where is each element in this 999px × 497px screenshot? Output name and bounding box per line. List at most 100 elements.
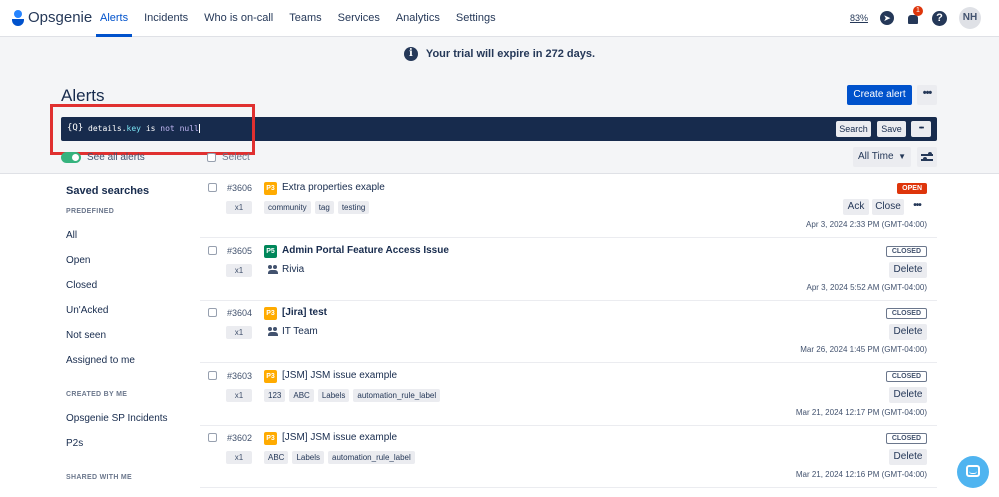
select-all[interactable]: Select — [207, 152, 250, 163]
saved-search-unacked[interactable]: Un'Acked — [66, 305, 109, 316]
ack-button[interactable]: Ack — [843, 199, 869, 215]
alert-checkbox[interactable] — [208, 371, 217, 380]
alert-team: Rivia — [268, 264, 304, 275]
alert-number: #3606 — [227, 183, 253, 193]
alert-title[interactable]: [JSM] JSM issue example — [282, 432, 397, 443]
alert-tags: 123 ABC Labels automation_rule_label — [264, 389, 441, 402]
nav-who-is-on-call[interactable]: Who is on-call — [196, 0, 281, 37]
status-badge: CLOSED — [885, 371, 927, 382]
saved-searches-title: Saved searches — [66, 185, 150, 197]
saved-search-not-seen[interactable]: Not seen — [66, 330, 106, 341]
alert-number: #3603 — [227, 371, 253, 381]
info-icon: i — [403, 46, 418, 61]
time-filter-value: All Time — [858, 151, 894, 162]
nav-alerts[interactable]: Alerts — [92, 0, 136, 37]
team-icon — [268, 265, 278, 274]
trial-text: Your trial will expire in 272 days. — [425, 47, 596, 60]
alert-tags: ABC Labels automation_rule_label — [264, 451, 415, 464]
nav-analytics[interactable]: Analytics — [388, 0, 448, 37]
alert-timestamp: Apr 3, 2024 5:52 AM (GMT-04:00) — [806, 283, 927, 292]
alert-checkbox[interactable] — [208, 433, 217, 442]
alert-more-button[interactable]: ••• — [907, 199, 927, 215]
create-alert-button[interactable]: Create alert — [847, 85, 912, 105]
page-more-button[interactable]: ••• — [917, 85, 937, 105]
shared-with-me-section-label: SHARED WITH ME — [66, 474, 133, 481]
alert-row[interactable]: #3602 x1 P3 [JSM] JSM issue example ABC … — [200, 425, 937, 488]
alert-count: x1 — [226, 201, 252, 214]
nav-settings[interactable]: Settings — [448, 0, 504, 37]
usage-percentage[interactable]: 83% — [850, 13, 868, 23]
save-search-button[interactable]: Save — [877, 121, 906, 137]
saved-search-opsgenie-sp-incidents[interactable]: Opsgenie SP Incidents — [66, 413, 168, 424]
compass-icon[interactable]: ➤ — [880, 11, 894, 25]
alert-title[interactable]: Extra properties exaple — [282, 182, 385, 193]
alert-row[interactable]: #3606 x1 P3 Extra properties exaple comm… — [200, 175, 937, 238]
alert-checkbox[interactable] — [208, 183, 217, 192]
notification-badge: 1 — [913, 6, 923, 16]
status-badge: CLOSED — [885, 308, 927, 319]
tag: Labels — [292, 451, 325, 464]
toggle-switch[interactable] — [61, 152, 81, 163]
tag: automation_rule_label — [328, 451, 415, 464]
alert-checkbox[interactable] — [208, 246, 217, 255]
filter-settings-button[interactable] — [917, 147, 937, 167]
nav-services[interactable]: Services — [330, 0, 388, 37]
alert-title[interactable]: [Jira] test — [282, 307, 327, 318]
logo-text: Opsgenie — [28, 9, 93, 26]
see-all-label: See all alerts — [87, 152, 145, 163]
priority-badge: P5 — [264, 245, 277, 258]
alert-count: x1 — [226, 326, 252, 339]
alert-title[interactable]: [JSM] JSM issue example — [282, 370, 397, 381]
alert-number: #3602 — [227, 433, 253, 443]
select-all-checkbox[interactable] — [207, 153, 216, 162]
delete-button[interactable]: Delete — [889, 262, 927, 278]
alert-checkbox[interactable] — [208, 308, 217, 317]
highlight-box — [50, 104, 255, 155]
tag: ABC — [264, 451, 289, 464]
saved-search-all[interactable]: All — [66, 230, 77, 241]
close-alert-button[interactable]: Close — [872, 199, 904, 215]
nav-teams[interactable]: Teams — [281, 0, 329, 37]
status-badge: OPEN — [897, 183, 927, 194]
delete-button[interactable]: Delete — [889, 449, 927, 465]
alert-row[interactable]: #3604 x1 P3 [Jira] test IT Team CLOSED D… — [200, 300, 937, 363]
user-avatar[interactable]: NH — [959, 7, 981, 29]
time-filter-dropdown[interactable]: All Time ▼ — [853, 147, 911, 167]
predefined-section-label: PREDEFINED — [66, 208, 115, 215]
search-button[interactable]: Search — [836, 121, 871, 137]
saved-search-p2s[interactable]: P2s — [66, 438, 83, 449]
tag: ABC — [289, 389, 314, 402]
opsgenie-logo-icon — [12, 9, 24, 26]
page-title: Alerts — [61, 86, 105, 105]
nav-right-tools: 83% ➤ 1 ? NH — [850, 6, 981, 29]
priority-badge: P3 — [264, 182, 277, 195]
delete-button[interactable]: Delete — [889, 387, 927, 403]
tag: testing — [337, 201, 370, 214]
team-name: Rivia — [282, 264, 305, 275]
alert-row[interactable]: #3605 x1 P5 Admin Portal Feature Access … — [200, 238, 937, 301]
query-more-button[interactable]: ••• — [911, 121, 931, 137]
select-label: Select — [222, 152, 250, 163]
chat-support-button[interactable] — [957, 456, 989, 488]
team-name: IT Team — [282, 326, 318, 337]
tag: tag — [314, 201, 334, 214]
notifications-icon[interactable]: 1 — [906, 6, 923, 25]
help-icon[interactable]: ? — [932, 10, 947, 26]
nav-incidents[interactable]: Incidents — [136, 0, 196, 37]
saved-search-assigned-to-me[interactable]: Assigned to me — [66, 355, 135, 366]
delete-button[interactable]: Delete — [889, 324, 927, 340]
saved-search-closed[interactable]: Closed — [66, 280, 97, 291]
tag: 123 — [264, 389, 286, 402]
see-all-alerts-toggle[interactable]: See all alerts — [61, 152, 145, 163]
priority-badge: P3 — [264, 370, 277, 383]
alert-count: x1 — [226, 451, 252, 464]
saved-search-open[interactable]: Open — [66, 255, 90, 266]
priority-badge: P3 — [264, 307, 277, 320]
alert-title[interactable]: Admin Portal Feature Access Issue — [282, 245, 449, 256]
alert-timestamp: Mar 26, 2024 1:45 PM (GMT-04:00) — [800, 345, 927, 354]
alert-count: x1 — [226, 389, 252, 402]
opsgenie-logo[interactable]: Opsgenie — [12, 9, 92, 26]
tag: Labels — [317, 389, 350, 402]
alert-row[interactable]: #3603 x1 P3 [JSM] JSM issue example 123 … — [200, 363, 937, 426]
tag: automation_rule_label — [353, 389, 441, 402]
